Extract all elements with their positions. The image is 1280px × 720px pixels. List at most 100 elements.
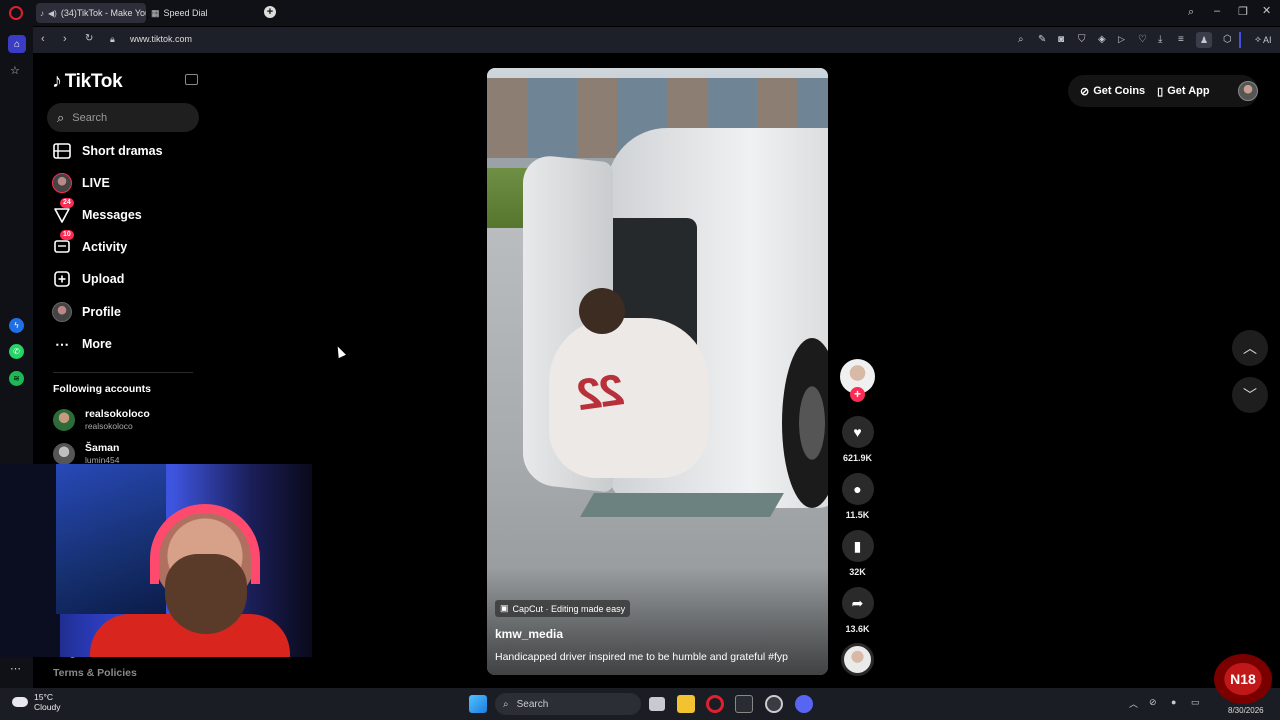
url-field[interactable]: www.tiktok.com [130, 34, 192, 44]
nav-live[interactable]: LIVE [52, 170, 202, 196]
comment-icon[interactable]: ● [841, 473, 874, 505]
following-item[interactable]: Šaman lumin454 [53, 442, 120, 465]
bookmark-icon[interactable]: ▮ [841, 530, 874, 562]
user-avatar[interactable] [1237, 81, 1258, 101]
opera-logo-icon[interactable] [9, 6, 23, 20]
download-icon[interactable]: ⤓ [1158, 34, 1162, 45]
tab-tiktok[interactable]: ♪ ◀) (34)TikTok - Make You [36, 3, 146, 23]
reload-icon[interactable]: ↻ [85, 33, 93, 44]
heart-icon[interactable]: ♥ [841, 416, 874, 448]
like-action[interactable]: ♥ 621.9K [840, 416, 875, 463]
profile-icon[interactable]: ♟ [1196, 32, 1212, 48]
menu-icon[interactable]: ≡ [1178, 34, 1184, 45]
new-tab-button[interactable]: + [264, 6, 276, 18]
get-coins-button[interactable]: ⊘ Get Coins [1080, 85, 1145, 98]
play-icon[interactable]: ▷ [1118, 34, 1125, 45]
aria-ai-button[interactable]: ⟡ AI [1255, 34, 1271, 45]
temperature: 15°C [34, 692, 53, 702]
previous-video-button[interactable]: ︿ [1232, 330, 1268, 366]
camera-icon[interactable]: ◙ [1058, 34, 1064, 45]
nav-profile[interactable]: Profile [52, 299, 202, 325]
forward-icon[interactable]: › [63, 33, 67, 45]
comment-action[interactable]: ● 11.5K [840, 473, 875, 520]
man-head [579, 288, 625, 334]
terms-link[interactable]: Terms & Policies [53, 667, 137, 679]
minimize-button[interactable]: – [1214, 5, 1220, 17]
mic-icon[interactable]: ● [1171, 697, 1176, 707]
video-author[interactable]: kmw_media [495, 627, 563, 641]
shield-icon[interactable]: ⛉ [1078, 34, 1086, 45]
following-accounts-title: Following accounts [53, 383, 152, 395]
following-item[interactable]: realsokoloco realsokoloco [53, 408, 150, 431]
tiktok-note-icon: ♪ [52, 70, 62, 92]
speaker-icon[interactable]: ◀) [48, 9, 57, 18]
whatsapp-icon[interactable]: ✆ [9, 344, 24, 359]
get-app-button[interactable]: ▯ Get App [1157, 85, 1209, 98]
webcam-background [0, 464, 60, 657]
file-explorer-icon[interactable] [677, 695, 695, 713]
tiktok-favicon-icon: ♪ [40, 8, 44, 18]
messages-badge: 24 [60, 198, 74, 208]
windows-start-icon[interactable] [469, 695, 487, 713]
tray-chevron-icon[interactable]: ︿ [1129, 697, 1138, 710]
address-bar: ‹ › ↻ 🔒︎ www.tiktok.com ⌕ ✎ ◙ ⛉ ◈ ▷ ♡ ⤓ … [33, 27, 1280, 53]
ground-mat [580, 493, 784, 517]
messenger-icon[interactable]: ϟ [9, 318, 24, 333]
nav-more[interactable]: ⋯ More [52, 331, 202, 357]
activity-icon: 10 [52, 230, 74, 257]
close-button[interactable]: ✕ [1262, 4, 1271, 17]
opera-icon[interactable] [706, 695, 724, 713]
nav-label: LIVE [82, 176, 110, 190]
edit-icon[interactable]: ✎ [1038, 34, 1046, 45]
nav-short-dramas[interactable]: Short dramas [52, 138, 202, 164]
back-icon[interactable]: ‹ [41, 33, 45, 45]
app-rl-icon[interactable] [735, 695, 753, 713]
star-icon[interactable]: ☆ [10, 64, 20, 77]
grid-icon: ▦ [151, 7, 160, 18]
music-disc[interactable] [841, 643, 874, 676]
phone-icon: ▯ [1157, 85, 1164, 98]
search-icon[interactable]: ⌕ [1018, 34, 1024, 45]
capcut-tag[interactable]: ▣ CapCut · Editing made easy [495, 600, 631, 617]
follow-button[interactable]: + [850, 387, 865, 402]
taskbar-search[interactable]: ⌕ Search [495, 693, 641, 715]
weather-widget[interactable]: 15°C Cloudy [12, 692, 60, 712]
tab-speed-dial[interactable]: ▦ Speed Dial [147, 3, 257, 23]
home-icon[interactable]: ⌂ [8, 35, 26, 53]
save-action[interactable]: ▮ 32K [840, 530, 875, 577]
video-player[interactable]: 22 [487, 68, 828, 675]
collapse-sidebar-icon[interactable] [185, 74, 198, 85]
extensions-icon[interactable]: ⬡ [1223, 34, 1232, 45]
nav-label: Profile [82, 305, 121, 319]
discord-icon[interactable] [795, 695, 813, 713]
get-coins-label: Get Coins [1093, 85, 1146, 97]
spotify-icon[interactable]: ≋ [9, 371, 24, 386]
search-input[interactable] [72, 111, 183, 124]
heart-icon[interactable]: ♡ [1138, 34, 1147, 45]
vpn-icon[interactable]: ◈ [1098, 34, 1106, 45]
search-tabs-icon[interactable]: ⌕ [1188, 6, 1194, 19]
channel-logo: N18 [1214, 654, 1272, 704]
controller-icon[interactable] [765, 695, 783, 713]
share-icon[interactable]: ➦ [841, 587, 874, 619]
man-in-jersey [549, 318, 709, 478]
share-action[interactable]: ➦ 13.6K [840, 587, 875, 634]
restore-button[interactable]: ❐ [1238, 5, 1248, 18]
header-actions: ⊘ Get Coins ▯ Get App [1068, 75, 1258, 107]
nav-upload[interactable]: Upload [52, 266, 202, 292]
tab-label: Speed Dial [163, 8, 208, 18]
nav-activity[interactable]: 10 Activity [52, 230, 202, 260]
task-view-icon[interactable] [649, 697, 665, 711]
network-icon[interactable]: ⊘ [1149, 697, 1157, 708]
next-video-button[interactable]: ﹀ [1232, 377, 1268, 413]
tiktok-logo[interactable]: ♪ TikTok [52, 70, 123, 93]
more-dots-icon[interactable]: ⋯ [10, 662, 21, 675]
nav-messages[interactable]: 24 Messages [52, 198, 202, 228]
search-box[interactable]: ⌕ [47, 103, 199, 132]
mouse-cursor [334, 344, 346, 359]
browser-tab-bar: ♪ ◀) (34)TikTok - Make You ▦ Speed Dial … [0, 0, 1280, 26]
more-dots-icon: ⋯ [55, 335, 69, 352]
display-icon[interactable]: ▭ [1191, 697, 1200, 708]
jersey-number: 22 [575, 365, 628, 420]
share-count: 13.6K [845, 624, 870, 634]
